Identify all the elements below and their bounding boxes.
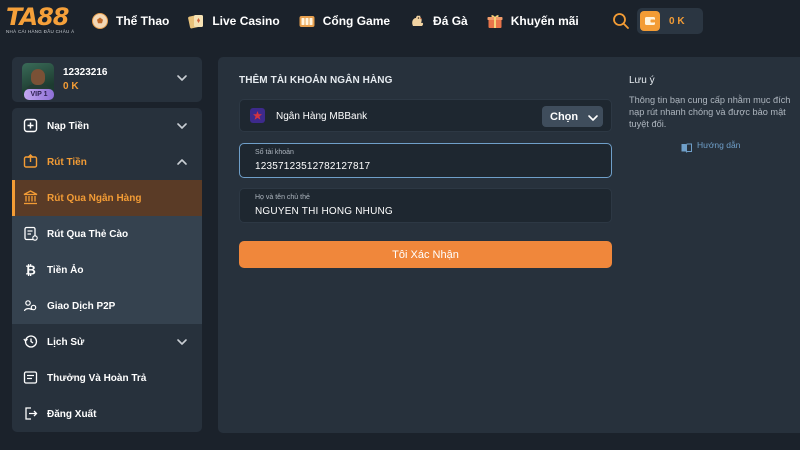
sidebar-item-rewards[interactable]: Thưởng Và Hoàn Trả [12,360,202,396]
sidebar-item-label: Nạp Tiền [47,120,90,132]
sidebar-item-card-withdraw[interactable]: Rút Qua Thẻ Cào [12,216,202,252]
user-card[interactable]: VIP 1 12323216 0 K [12,57,202,102]
chevron-down-icon [175,335,189,349]
confirm-label: Tôi Xác Nhận [392,248,459,261]
nav-item-live-casino[interactable]: Live Casino [188,0,280,42]
sidebar-item-label: Giao Dịch P2P [47,300,116,312]
bank-name: Ngân Hàng MBBank [276,111,368,122]
sidebar-item-withdraw[interactable]: Rút Tiền [12,144,202,180]
sidebar-item-crypto[interactable]: ₿ Tiền Ảo [12,252,202,288]
logo-text: TA88 [6,3,69,31]
rooster-icon [409,13,425,29]
choose-label: Chọn [550,110,579,123]
main-nav: Thể Thao Live Casino Cổng Game Đá Gà Khu… [92,0,598,42]
top-header: TA88 NHÀ CÁI HÀNG ĐẦU CHÂU Á Thể Thao Li… [0,0,800,42]
game-portal-icon [299,13,315,29]
user-balance: 0 K [63,81,79,92]
sidebar-item-p2p[interactable]: Giao Dịch P2P [12,288,202,324]
username: 12323216 [63,67,108,78]
sidebar: Nạp Tiền Rút Tiền Rút Qua Ngân Hàng Rút … [12,108,202,432]
chevron-down-icon [587,111,599,123]
nav-label: Đá Gà [433,14,468,28]
scratch-card-icon [23,226,38,241]
history-icon [23,334,38,349]
account-number-field[interactable]: Số tài khoản 12357123512782127817 [239,143,612,178]
sidebar-item-history[interactable]: Lịch Sử [12,324,202,360]
nav-label: Khuyến mãi [510,14,579,28]
holder-name-field[interactable]: Họ và tên chủ thẻ NGUYEN THI HONG NHUNG [239,188,612,223]
wallet-button[interactable]: 0 K [637,8,703,34]
nav-label: Cổng Game [322,14,391,28]
avatar-face [31,69,45,85]
vip-badge: VIP 1 [24,89,54,100]
sidebar-item-deposit[interactable]: Nạp Tiền [12,108,202,144]
guide-label: Hướng dẫn [697,140,741,150]
main-panel: THÊM TÀI KHOẢN NGÂN HÀNG Ngân Hàng MBBan… [218,57,800,433]
deposit-icon [23,118,38,133]
search-icon[interactable] [612,12,630,30]
guide-link[interactable]: Hướng dẫn [681,140,741,153]
holder-name-label: Họ và tên chủ thẻ [255,194,310,201]
logo-tagline: NHÀ CÁI HÀNG ĐẦU CHÂU Á [6,29,75,34]
nav-item-promotions[interactable]: Khuyến mãi [487,0,579,42]
gift-icon [487,13,503,29]
svg-text:₿: ₿ [25,264,36,278]
nav-label: Live Casino [212,14,280,28]
playing-cards-icon [188,13,204,29]
bank-icon [23,190,38,205]
nav-item-sports[interactable]: Thể Thao [92,0,169,42]
holder-name-value[interactable]: NGUYEN THI HONG NHUNG [255,206,393,217]
mbbank-logo-icon [250,108,265,123]
nav-item-game-portal[interactable]: Cổng Game [299,0,390,42]
wallet-balance: 0 K [669,15,685,27]
sidebar-item-bank-withdraw[interactable]: Rút Qua Ngân Hàng [12,180,202,216]
account-number-label: Số tài khoản [255,149,294,156]
chevron-up-icon [175,155,189,169]
sidebar-item-label: Thưởng Và Hoàn Trả [47,372,147,384]
note-title: Lưu ý [629,75,655,86]
p2p-icon [23,298,38,313]
bitcoin-icon: ₿ [23,262,38,278]
withdraw-icon [23,154,38,169]
nav-label: Thể Thao [116,14,170,28]
book-icon [681,140,692,153]
sidebar-item-label: Rút Qua Ngân Hàng [47,192,142,204]
chevron-down-icon[interactable] [175,71,189,85]
soccer-ball-icon [92,13,108,29]
withdraw-submenu: Rút Qua Ngân Hàng Rút Qua Thẻ Cào ₿ Tiền… [12,180,202,324]
logout-icon [23,406,38,421]
bank-select[interactable]: Ngân Hàng MBBank Chọn [239,99,612,132]
note-text: Thông tin bạn cung cấp nhằm mục đích nạp… [629,95,791,129]
sidebar-item-label: Tiền Ảo [47,264,84,276]
logo[interactable]: TA88 NHÀ CÁI HÀNG ĐẦU CHÂU Á [6,4,84,38]
sidebar-item-label: Lịch Sử [47,336,85,348]
sidebar-item-label: Đăng Xuất [47,408,97,420]
sidebar-item-label: Rút Qua Thẻ Cào [47,228,129,240]
choose-bank-button[interactable]: Chọn [542,106,603,127]
sidebar-item-label: Rút Tiền [47,156,87,168]
chevron-down-icon [175,119,189,133]
form-title: THÊM TÀI KHOẢN NGÂN HÀNG [239,75,393,86]
reward-icon [23,370,38,385]
account-number-value[interactable]: 12357123512782127817 [255,161,370,172]
nav-item-cockfight[interactable]: Đá Gà [409,0,468,42]
confirm-button[interactable]: Tôi Xác Nhận [239,241,612,268]
wallet-icon [640,11,660,31]
sidebar-item-logout[interactable]: Đăng Xuất [12,396,202,432]
